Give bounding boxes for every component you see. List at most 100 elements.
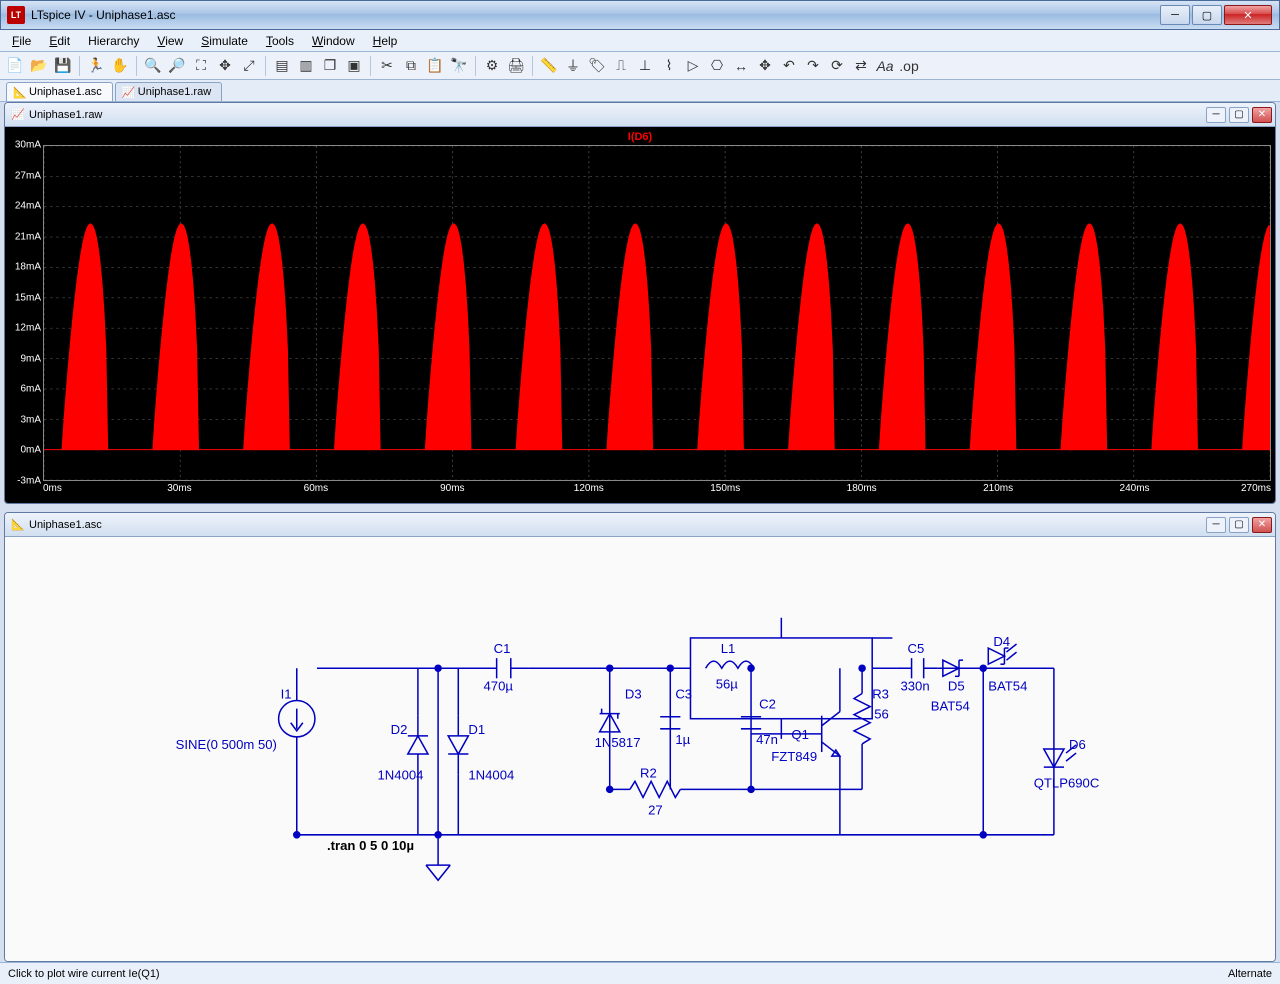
menu-window[interactable]: Window [304, 32, 363, 50]
pan-icon[interactable]: ✥ [214, 55, 236, 77]
waveform-tab-icon: 📈 [122, 86, 134, 98]
subwin-close-button[interactable]: ✕ [1252, 107, 1272, 123]
subwin-title: Uniphase1.raw [29, 109, 1206, 121]
close-subwin-icon[interactable]: ▣ [343, 55, 365, 77]
val-D3[interactable]: 1N5817 [595, 735, 641, 750]
comp-C1[interactable]: C1 [494, 641, 511, 656]
plot-area[interactable] [43, 145, 1271, 481]
inductor-icon[interactable]: ⌇ [658, 55, 680, 77]
comp-Q1[interactable]: Q1 [791, 727, 809, 742]
menu-edit[interactable]: Edit [41, 32, 78, 50]
autorange-icon[interactable]: ⤢ [238, 55, 260, 77]
spice-directive-icon[interactable]: .op [898, 55, 920, 77]
tab-waveform[interactable]: 📈 Uniphase1.raw [115, 82, 222, 101]
tile-horiz-icon[interactable]: ▤ [271, 55, 293, 77]
menu-hierarchy[interactable]: Hierarchy [80, 32, 147, 50]
cascade-icon[interactable]: ❐ [319, 55, 341, 77]
val-R2[interactable]: 27 [648, 803, 663, 818]
comp-C3[interactable]: C3 [675, 687, 692, 702]
comp-D5[interactable]: D5 [948, 678, 965, 693]
menu-tools[interactable]: Tools [258, 32, 302, 50]
run-icon[interactable]: 🏃 [85, 55, 107, 77]
val-D4[interactable]: BAT54 [988, 678, 1027, 693]
print-icon[interactable]: 🖨 [505, 55, 527, 77]
x-axis[interactable]: 0ms30ms60ms90ms120ms150ms180ms210ms240ms… [43, 483, 1271, 499]
schematic-canvas[interactable]: I1 SINE(0 500m 50) D2 D1 1N4004 1N4004 C… [5, 537, 1275, 961]
redo-icon[interactable]: ↷ [802, 55, 824, 77]
subwin-minimize-button[interactable]: ─ [1206, 107, 1226, 123]
val-C3[interactable]: 1µ [675, 732, 690, 747]
comp-L1[interactable]: L1 [721, 641, 736, 656]
menu-simulate[interactable]: Simulate [193, 32, 256, 50]
new-schematic-icon[interactable]: 📄 [4, 55, 26, 77]
val-D2[interactable]: 1N4004 [378, 767, 424, 782]
val-D6[interactable]: QTLP690C [1034, 775, 1100, 790]
trace-label[interactable]: I(D6) [5, 131, 1275, 143]
menu-help[interactable]: Help [365, 32, 406, 50]
comp-C2[interactable]: C2 [759, 697, 776, 712]
menu-view[interactable]: View [149, 32, 191, 50]
val-D5[interactable]: BAT54 [931, 699, 970, 714]
subwin-close-button[interactable]: ✕ [1252, 517, 1272, 533]
val-R3[interactable]: 56 [874, 707, 889, 722]
val-L1[interactable]: 56µ [716, 676, 739, 691]
paste-icon[interactable]: 📋 [424, 55, 446, 77]
status-text-left: Click to plot wire current Ie(Q1) [8, 968, 1228, 980]
subwin-maximize-button[interactable]: ▢ [1229, 517, 1249, 533]
toolbar: 📄 📂 💾 🏃 ✋ 🔍 🔎 ⛶ ✥ ⤢ ▤ ▥ ❐ ▣ ✂ ⧉ 📋 🔭 ⚙ 🖨 … [0, 52, 1280, 80]
move-icon[interactable]: ↔ [730, 55, 752, 77]
comp-R2[interactable]: R2 [640, 765, 657, 780]
minimize-button[interactable]: ─ [1160, 5, 1190, 25]
resistor-icon[interactable]: ⎍ [610, 55, 632, 77]
find-icon[interactable]: 🔭 [448, 55, 470, 77]
subwin-minimize-button[interactable]: ─ [1206, 517, 1226, 533]
val-Q1[interactable]: FZT849 [771, 749, 817, 764]
label-net-icon[interactable]: 🏷 [586, 55, 608, 77]
save-icon[interactable]: 💾 [52, 55, 74, 77]
y-axis[interactable]: 30mA27mA24mA21mA18mA15mA12mA9mA6mA3mA0mA… [5, 145, 43, 481]
subwin-titlebar[interactable]: 📈 Uniphase1.raw ─ ▢ ✕ [5, 103, 1275, 127]
close-button[interactable]: ✕ [1224, 5, 1272, 25]
text-icon[interactable]: Aa [874, 55, 896, 77]
mirror-icon[interactable]: ⇄ [850, 55, 872, 77]
comp-D1[interactable]: D1 [468, 722, 485, 737]
subwin-titlebar[interactable]: 📐 Uniphase1.asc ─ ▢ ✕ [5, 513, 1275, 537]
val-C5[interactable]: 330n [900, 678, 929, 693]
copy-icon[interactable]: ⧉ [400, 55, 422, 77]
zoom-extents-icon[interactable]: ⛶ [190, 55, 212, 77]
zoom-back-icon[interactable]: 🔎 [166, 55, 188, 77]
diode-icon[interactable]: ▷ [682, 55, 704, 77]
wire-icon[interactable]: 📏 [538, 55, 560, 77]
zoom-area-icon[interactable]: 🔍 [142, 55, 164, 77]
component-icon[interactable]: ⎔ [706, 55, 728, 77]
comp-D4[interactable]: D4 [993, 634, 1010, 649]
tab-schematic[interactable]: 📐 Uniphase1.asc [6, 82, 113, 101]
val-C1[interactable]: 470µ [484, 678, 514, 693]
menu-file[interactable]: File [4, 32, 39, 50]
undo-icon[interactable]: ↶ [778, 55, 800, 77]
rotate-icon[interactable]: ⟳ [826, 55, 848, 77]
cut-icon[interactable]: ✂ [376, 55, 398, 77]
maximize-button[interactable]: ▢ [1192, 5, 1222, 25]
capacitor-icon[interactable]: ⊥ [634, 55, 656, 77]
comp-D2[interactable]: D2 [391, 722, 408, 737]
val-C2[interactable]: 47n [756, 732, 778, 747]
comp-R3[interactable]: R3 [872, 687, 889, 702]
comp-C5[interactable]: C5 [908, 641, 925, 656]
drag-icon[interactable]: ✥ [754, 55, 776, 77]
plot-canvas[interactable]: I(D6) 30mA27mA24mA21mA18mA15mA12mA9mA6mA… [5, 127, 1275, 503]
val-D1[interactable]: 1N4004 [468, 767, 514, 782]
comp-D3[interactable]: D3 [625, 687, 642, 702]
comp-I1[interactable]: I1 [281, 687, 292, 702]
menu-bar: File Edit Hierarchy View Simulate Tools … [0, 30, 1280, 52]
print-setup-icon[interactable]: ⚙ [481, 55, 503, 77]
ground-icon[interactable]: ⏚ [562, 55, 584, 77]
subwin-maximize-button[interactable]: ▢ [1229, 107, 1249, 123]
spice-directive[interactable]: .tran 0 5 0 10µ [327, 838, 414, 853]
schematic-tab-icon: 📐 [13, 86, 25, 98]
open-icon[interactable]: 📂 [28, 55, 50, 77]
val-I1[interactable]: SINE(0 500m 50) [176, 737, 277, 752]
halt-icon[interactable]: ✋ [109, 55, 131, 77]
comp-D6[interactable]: D6 [1069, 737, 1086, 752]
tile-vert-icon[interactable]: ▥ [295, 55, 317, 77]
